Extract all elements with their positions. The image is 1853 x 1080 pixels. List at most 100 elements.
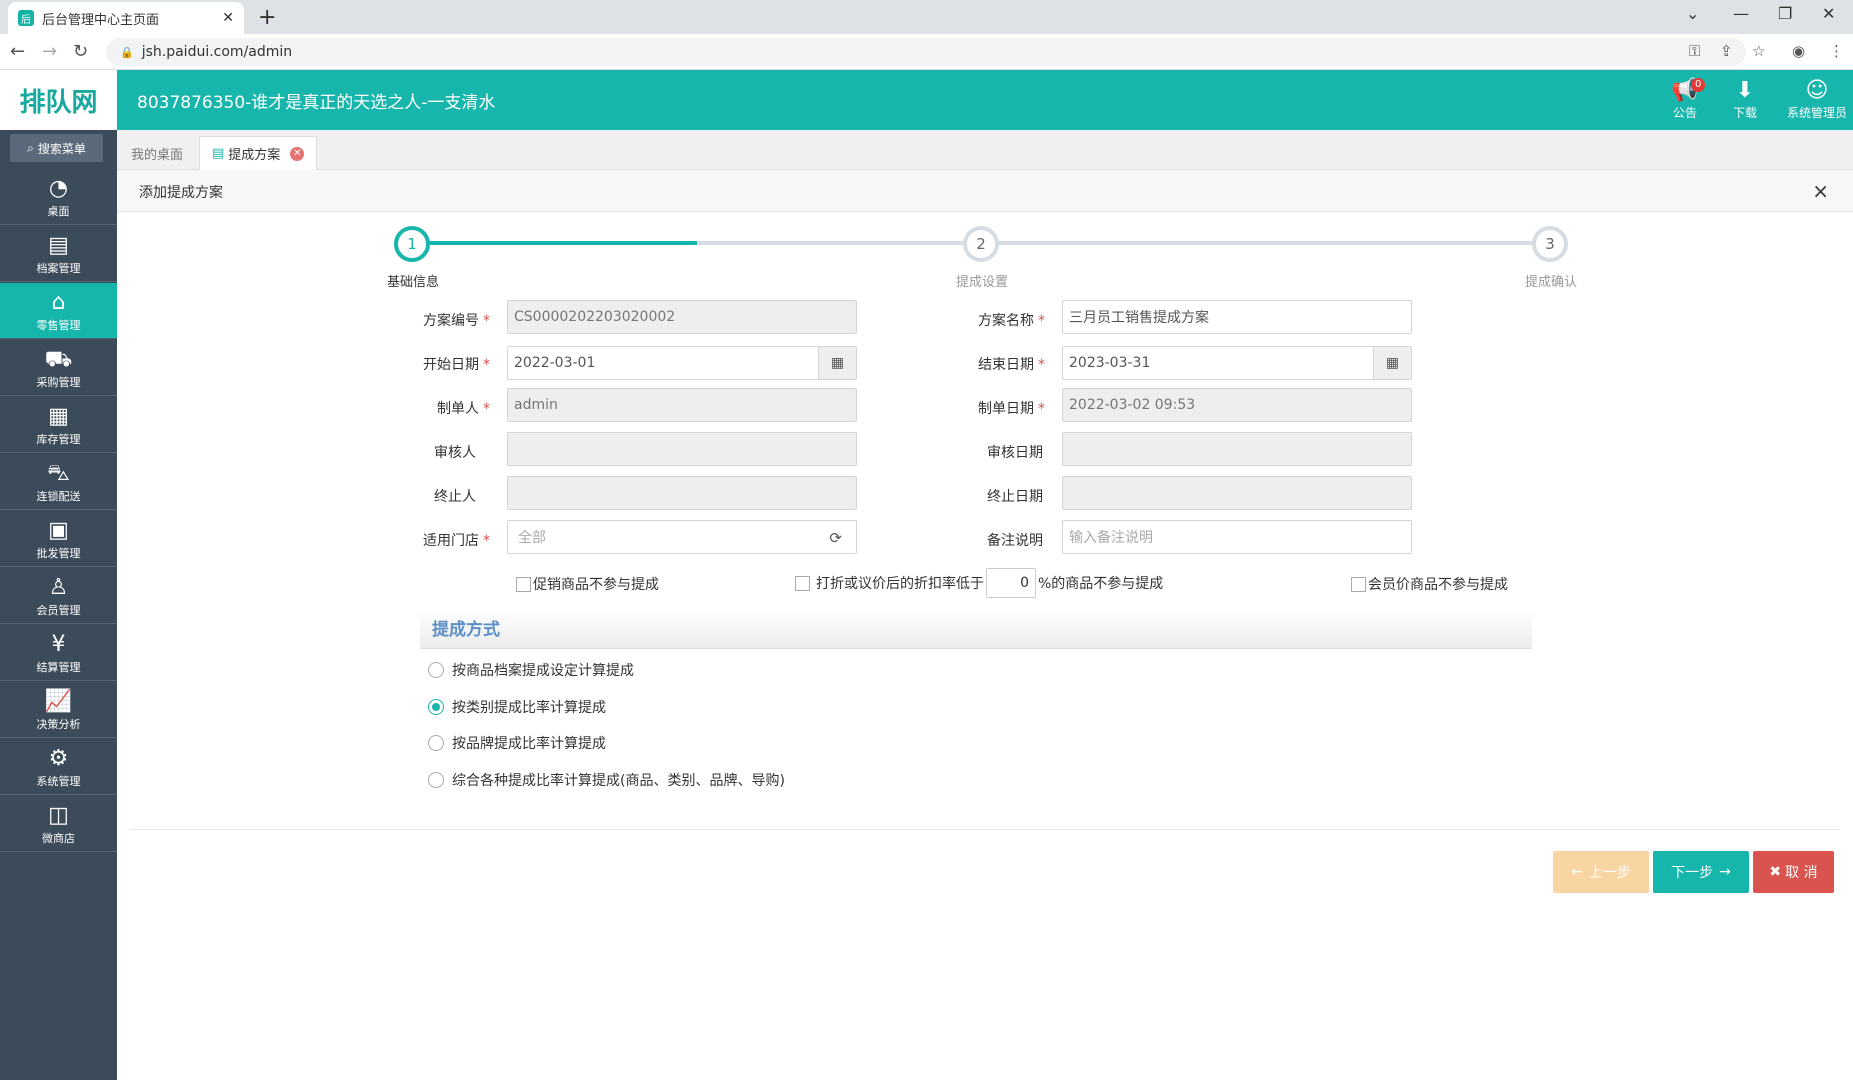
profile-icon[interactable]: ◉	[1792, 42, 1805, 60]
minimize-icon[interactable]: —	[1733, 4, 1749, 23]
method-radio-1[interactable]: 按商品档案提成设定计算提成	[428, 660, 634, 680]
store-label: 适用门店 *	[423, 533, 490, 549]
sidebar-item-delivery[interactable]: ⛍ 连锁配送	[0, 454, 117, 510]
url-field[interactable]: 🔒 jsh.paidui.com/admin	[106, 38, 1746, 66]
sidebar-item-purchase[interactable]: ⛟ 采购管理	[0, 340, 117, 396]
method-radio-2[interactable]: 按类别提成比率计算提成	[428, 697, 606, 717]
back-icon[interactable]: ←	[10, 41, 25, 62]
close-tab-icon[interactable]: ✕	[222, 10, 234, 26]
promo-exclude-checkbox[interactable]: 促销商品不参与提成	[516, 574, 659, 594]
discount-rate-input[interactable]: 0	[986, 568, 1036, 598]
auditor-label: 审核人	[434, 445, 476, 461]
sidebar-item-inventory[interactable]: ▦ 库存管理	[0, 397, 117, 453]
calendar-icon[interactable]: ▦	[818, 347, 856, 379]
truck-icon: ⛍	[47, 461, 70, 486]
tab-my-desktop[interactable]: 我的桌面	[119, 136, 195, 170]
search-icon: ⌕	[27, 140, 34, 155]
remark-input[interactable]: 输入备注说明	[1062, 520, 1412, 554]
prev-label: 上一步	[1588, 865, 1631, 881]
app-header: 排队网 8037876350-谁才是真正的天选之人-一支清水 📢 0 公告 ⬇ …	[0, 70, 1853, 130]
sidebar-item-label: 系统管理	[36, 775, 81, 788]
restore-icon[interactable]: ❐	[1778, 4, 1792, 23]
notice-label: 公告	[1672, 106, 1697, 120]
radio-label: 按商品档案提成设定计算提成	[452, 663, 634, 679]
browser-tab[interactable]: 后 后台管理中心主页面 ✕	[8, 2, 244, 34]
method-radio-3[interactable]: 按品牌提成比率计算提成	[428, 733, 606, 753]
radio-circle[interactable]	[428, 772, 444, 788]
radio-circle-selected[interactable]	[428, 699, 444, 715]
share-icon[interactable]: ⇪	[1720, 42, 1733, 60]
start-date-value: 2022-03-01	[514, 355, 596, 371]
step-3-circle: 3	[1532, 226, 1568, 262]
next-label: 下一步	[1671, 865, 1714, 881]
plan-name-field[interactable]: 三月员工销售提成方案	[1062, 300, 1412, 334]
document-icon: ▤	[212, 146, 225, 161]
store-select[interactable]: 全部 ⟳	[507, 520, 857, 554]
sidebar-item-archive[interactable]: ▤ 档案管理	[0, 226, 117, 282]
forward-icon[interactable]: →	[42, 41, 57, 62]
member-price-exclude-checkbox[interactable]: 会员价商品不参与提成	[1351, 574, 1508, 594]
prev-button[interactable]: ← 上一步	[1553, 851, 1649, 893]
plan-no-label: 方案编号 *	[423, 313, 490, 329]
cart-icon: ⛟	[44, 347, 73, 372]
url-text: jsh.paidui.com/admin	[141, 44, 293, 60]
archive-icon: ▤	[48, 233, 69, 258]
sidebar-item-analysis[interactable]: 📈 决策分析	[0, 682, 117, 738]
end-date-field[interactable]: 2023-03-31 ▦	[1062, 346, 1412, 380]
tab-label: 我的桌面	[131, 147, 184, 163]
terminator-field	[507, 476, 857, 510]
step-1-label: 基础信息	[386, 275, 439, 290]
creator-label: 制单人 *	[437, 401, 490, 417]
method-radio-4[interactable]: 综合各种提成比率计算提成(商品、类别、品牌、导购)	[428, 770, 785, 790]
sidebar-item-desktop[interactable]: ◔ 桌面	[0, 169, 117, 225]
new-tab-button[interactable]: +	[258, 5, 276, 30]
favicon-icon: 后	[18, 10, 34, 26]
terminate-date-field	[1062, 476, 1412, 510]
window-close-icon[interactable]: ✕	[1822, 4, 1835, 23]
discount-exclude-checkbox[interactable]: 打折或议价后的折扣率低于 0 %的商品不参与提成	[795, 568, 1163, 598]
member-icon: ♙	[48, 575, 69, 600]
checkbox-box[interactable]	[795, 575, 810, 591]
sidebar-item-label: 会员管理	[36, 604, 81, 617]
sidebar-item-label: 结算管理	[36, 661, 81, 674]
close-icon[interactable]: ×	[1812, 179, 1829, 203]
radio-circle[interactable]	[428, 735, 444, 751]
tab-commission-plan[interactable]: ▤ 提成方案 ✕	[199, 136, 318, 170]
sidebar-item-member[interactable]: ♙ 会员管理	[0, 568, 117, 624]
plan-no-value: CS0000202203020002	[514, 309, 676, 325]
calendar-icon[interactable]: ▦	[1373, 347, 1411, 379]
refresh-icon[interactable]: ⟳	[829, 529, 842, 547]
radio-circle[interactable]	[428, 662, 444, 678]
checkbox-box[interactable]	[1351, 576, 1366, 592]
notice-button[interactable]: 📢 0 公告	[1655, 78, 1715, 121]
next-button[interactable]: 下一步 →	[1653, 851, 1749, 893]
search-menu-button[interactable]: ⌕ 搜索菜单	[10, 134, 103, 162]
sidebar-item-label: 批发管理	[36, 547, 81, 560]
user-menu[interactable]: ☺ 系统管理员	[1783, 78, 1851, 121]
close-tab-icon[interactable]: ✕	[290, 146, 305, 161]
more-icon[interactable]: ⋮	[1829, 42, 1844, 60]
chevron-down-icon[interactable]: ⌄	[1686, 4, 1699, 23]
reload-icon[interactable]: ↻	[73, 41, 88, 62]
user-label: 系统管理员	[1786, 106, 1847, 120]
star-icon[interactable]: ☆	[1752, 42, 1765, 60]
step-progress	[412, 241, 697, 245]
sidebar-item-retail[interactable]: ⌂ 零售管理	[0, 283, 117, 339]
tab-label: 提成方案	[228, 148, 281, 163]
download-button[interactable]: ⬇ 下载	[1715, 78, 1775, 121]
sidebar-item-label: 采购管理	[36, 376, 81, 389]
sidebar-item-system[interactable]: ⚙ 系统管理	[0, 739, 117, 795]
create-date-value: 2022-03-02 09:53	[1069, 397, 1196, 413]
panel-header: 添加提成方案 ×	[117, 170, 1853, 212]
checkbox-box[interactable]	[516, 576, 531, 592]
cancel-button[interactable]: ✖ 取 消	[1753, 851, 1834, 893]
start-date-field[interactable]: 2022-03-01 ▦	[507, 346, 857, 380]
sidebar-item-settlement[interactable]: ¥ 结算管理	[0, 625, 117, 681]
sidebar-item-wechat-store[interactable]: ◫ 微商店	[0, 796, 117, 852]
sidebar-item-label: 档案管理	[36, 262, 81, 275]
key-icon[interactable]: ⚿	[1689, 42, 1700, 60]
start-date-label: 开始日期 *	[423, 357, 490, 373]
terminate-date-label: 终止日期	[987, 489, 1043, 505]
sidebar-item-wholesale[interactable]: ▣ 批发管理	[0, 511, 117, 567]
end-date-label: 结束日期 *	[978, 357, 1045, 373]
